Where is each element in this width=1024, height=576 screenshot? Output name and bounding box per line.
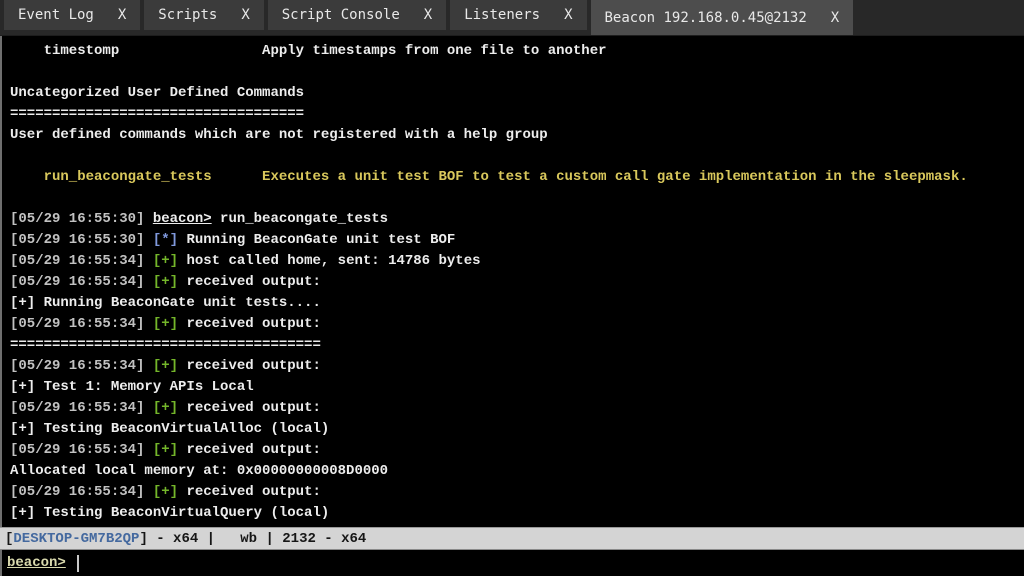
console-text-segment: [+] Testing BeaconVirtualAlloc (local) — [10, 421, 329, 437]
console-text-segment: received output: — [178, 316, 321, 332]
console-line: Allocated local memory at: 0x00000000008… — [10, 461, 1024, 482]
console-line: [05/29 16:55:34] [+] received output: — [10, 356, 1024, 377]
tab-scripts[interactable]: Scripts X — [144, 0, 263, 30]
tab-label: Listeners — [464, 7, 540, 23]
console-line: [+] Test 1: Memory APIs Local — [10, 377, 1024, 398]
console-line: [+] Running BeaconGate unit tests.... — [10, 293, 1024, 314]
console-line: [+] Testing BeaconVirtualQuery (local) — [10, 503, 1024, 524]
console-line: [05/29 16:55:34] [+] received output: — [10, 398, 1024, 419]
console-text-segment: User defined commands which are not regi… — [10, 127, 548, 143]
console-text-segment: [+] — [153, 484, 178, 500]
console-line: User defined commands which are not regi… — [10, 125, 1024, 146]
tab-script-console[interactable]: Script Console X — [268, 0, 446, 30]
console-text-segment: [05/29 16:55:34] — [10, 358, 153, 374]
tab-label: Script Console — [282, 7, 400, 23]
console-line — [10, 146, 1024, 167]
console-text-segment: [+] — [153, 316, 178, 332]
console-text-segment: received output: — [178, 442, 321, 458]
console-text-segment: [+] Test 1: Memory APIs Local — [10, 379, 254, 395]
beacon-prompt: beacon> — [7, 555, 66, 571]
text-cursor — [77, 555, 79, 572]
console-line: [05/29 16:55:30] beacon> run_beacongate_… — [10, 209, 1024, 230]
tab-close-icon[interactable]: X — [424, 7, 432, 23]
console-text-segment: Allocated local memory at: 0x00000000008… — [10, 463, 388, 479]
console-text-segment: [05/29 16:55:34] — [10, 274, 153, 290]
console-line: [+] Testing BeaconVirtualAlloc (local) — [10, 419, 1024, 440]
console-line: [05/29 16:55:34] [+] host called home, s… — [10, 251, 1024, 272]
console-text-segment: [05/29 16:55:34] — [10, 253, 153, 269]
status-hostname: DESKTOP-GM7B2QP — [13, 531, 139, 547]
status-session-info: ] - x64 | wb | 2132 - x64 — [139, 531, 366, 547]
console-line: [05/29 16:55:34] [+] received output: — [10, 272, 1024, 293]
console-text-segment: host called home, sent: 14786 bytes — [178, 253, 480, 269]
console-text-segment: [05/29 16:55:34] — [10, 442, 153, 458]
tab-bar: Event LogXScriptsXScript ConsoleXListene… — [0, 0, 1024, 36]
console-text-segment: [+] — [153, 274, 178, 290]
console-text-segment: run_beacongate_tests — [212, 211, 388, 227]
console-line: [05/29 16:55:34] [+] received output: — [10, 314, 1024, 335]
console-text-segment: [+] — [153, 442, 178, 458]
tab-listeners[interactable]: Listeners X — [450, 0, 586, 30]
console-text-segment: [+] — [153, 400, 178, 416]
console-text-segment: received output: — [178, 358, 321, 374]
console-line: timestomp Apply timestamps from one file… — [10, 41, 1024, 62]
console-text-segment: received output: — [178, 484, 321, 500]
console-text-segment: [05/29 16:55:30] — [10, 232, 153, 248]
console-text-segment: received output: — [178, 400, 321, 416]
command-input[interactable]: beacon> — [0, 550, 1024, 576]
console-text-segment: run_beacongate_tests Executes a unit tes… — [10, 169, 968, 185]
console-text-segment: [05/29 16:55:34] — [10, 484, 153, 500]
console-text-segment: =================================== — [10, 106, 304, 122]
console-line: run_beacongate_tests Executes a unit tes… — [10, 167, 1024, 188]
console-output[interactable]: timestomp Apply timestamps from one file… — [0, 36, 1024, 527]
tab-close-icon[interactable]: X — [241, 7, 249, 23]
console-line: [05/29 16:55:30] [*] Running BeaconGate … — [10, 230, 1024, 251]
console-text-segment: [*] — [153, 232, 178, 248]
console-line: =================================== — [10, 104, 1024, 125]
console-text-segment: Uncategorized User Defined Commands — [10, 85, 304, 101]
tab-label: Event Log — [18, 7, 94, 23]
console-text-segment: [05/29 16:55:30] — [10, 211, 153, 227]
console-line: ===================================== — [10, 335, 1024, 356]
console-text-segment: [+] — [153, 253, 178, 269]
console-text-segment: Running BeaconGate unit test BOF — [178, 232, 455, 248]
console-text-segment: beacon> — [153, 211, 212, 227]
tab-close-icon[interactable]: X — [564, 7, 572, 23]
console-text-segment: received output: — [178, 274, 321, 290]
console-text-segment: [+] Testing BeaconVirtualQuery (local) — [10, 505, 329, 521]
tab-event-log[interactable]: Event Log X — [4, 0, 140, 30]
console-line: [05/29 16:55:34] [+] received output: — [10, 482, 1024, 503]
tab-close-icon[interactable]: X — [831, 10, 839, 26]
beacon-console-window: Event LogXScriptsXScript ConsoleXListene… — [0, 0, 1024, 576]
console-line — [10, 62, 1024, 83]
status-bar: [DESKTOP-GM7B2QP] - x64 | wb | 2132 - x6… — [0, 527, 1024, 550]
console-text-segment: [+] — [153, 358, 178, 374]
console-text-segment: [05/29 16:55:34] — [10, 400, 153, 416]
tab-close-icon[interactable]: X — [118, 7, 126, 23]
console-text-segment: [+] Running BeaconGate unit tests.... — [10, 295, 321, 311]
console-line: [05/29 16:55:34] [+] received output: — [10, 440, 1024, 461]
tab-beacon-session[interactable]: Beacon 192.168.0.45@2132 X — [591, 0, 854, 35]
console-text-segment: [05/29 16:55:34] — [10, 316, 153, 332]
tab-label: Scripts — [158, 7, 217, 23]
console-text-segment: timestomp Apply timestamps from one file… — [10, 43, 607, 59]
status-bracket: [ — [5, 531, 13, 547]
console-line — [10, 188, 1024, 209]
tab-label: Beacon 192.168.0.45@2132 — [605, 10, 807, 26]
console-text-segment: ===================================== — [10, 337, 321, 353]
console-line: Uncategorized User Defined Commands — [10, 83, 1024, 104]
